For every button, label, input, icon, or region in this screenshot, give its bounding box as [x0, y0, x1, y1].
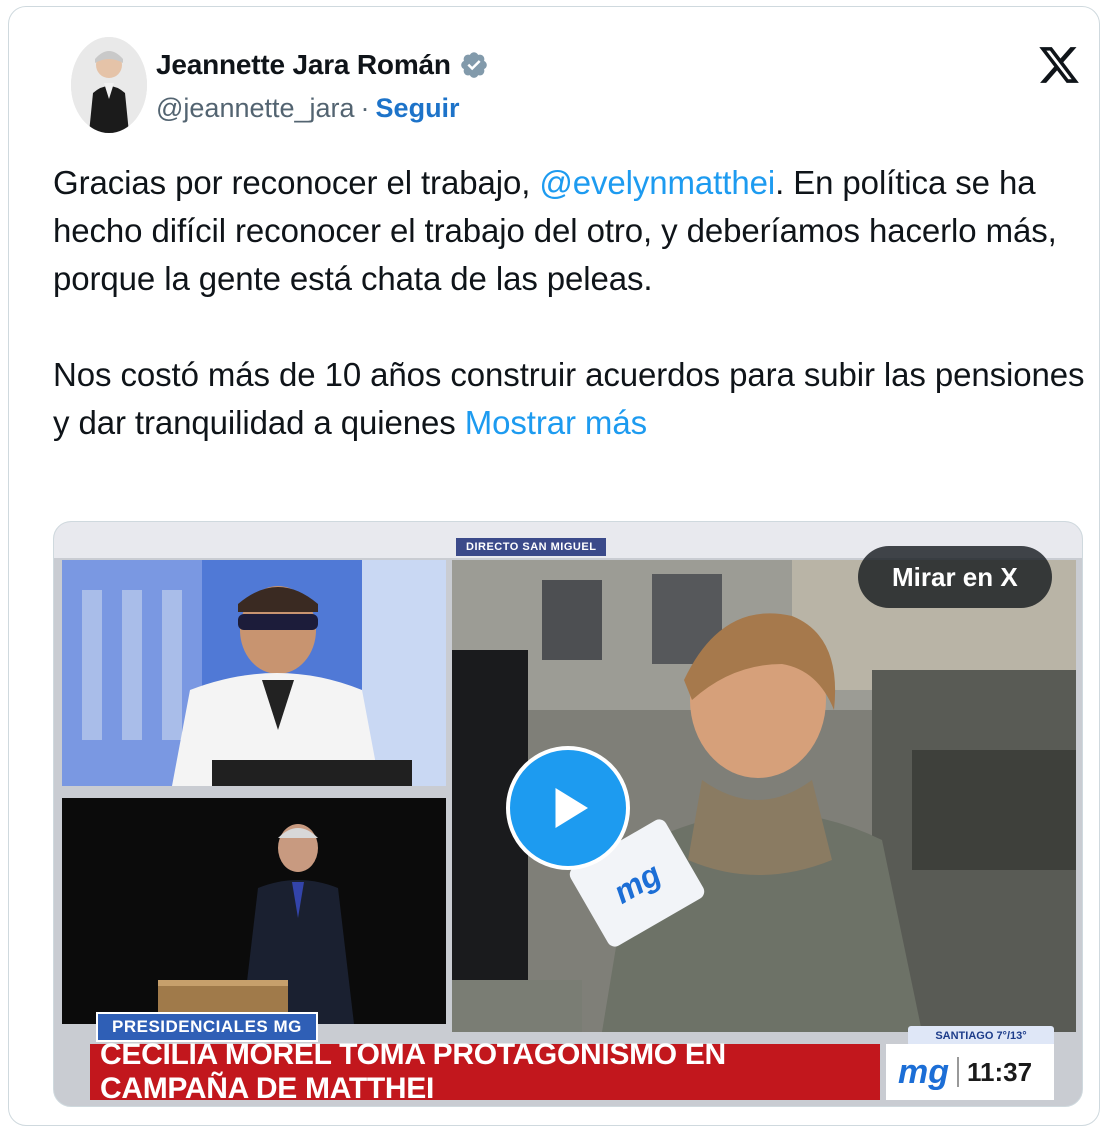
- video-player[interactable]: DIRECTO SAN MIGUEL mg Mirar en X PRESIDE…: [53, 521, 1083, 1107]
- channel-logo: mg: [898, 1052, 949, 1091]
- host-scene: [62, 560, 446, 786]
- verified-badge-icon: [460, 52, 487, 78]
- x-logo-icon[interactable]: [1037, 43, 1081, 87]
- follow-button[interactable]: Seguir: [376, 93, 460, 124]
- news-lower-third: PRESIDENCIALES MG SANTIAGO 7°/13° CECILI…: [54, 1012, 1082, 1106]
- video-tile-host: [62, 560, 446, 786]
- direct-location-tag: DIRECTO SAN MIGUEL: [456, 538, 607, 556]
- author-name[interactable]: Jeannette Jara Román: [156, 49, 451, 81]
- tweet-paragraph-2: Nos costó más de 10 años construir acuer…: [53, 351, 1093, 447]
- brand-separator: [957, 1057, 959, 1087]
- tweet-text: Gracias por reconocer el trabajo, @evely…: [53, 159, 1093, 447]
- tweet-header: Jeannette Jara Román @jeannette_jara · S…: [71, 37, 1101, 137]
- handle-separator: ·: [360, 93, 370, 123]
- avatar-photo: [71, 37, 147, 133]
- play-button[interactable]: [506, 746, 630, 870]
- avatar[interactable]: [71, 37, 147, 133]
- channel-brand: mg 11:37: [886, 1044, 1054, 1100]
- broadcast-time: 11:37: [967, 1056, 1033, 1087]
- tweet-text-part: Gracias por reconocer el trabajo,: [53, 164, 540, 201]
- speaker-scene: [62, 798, 446, 1024]
- watch-on-x-button[interactable]: Mirar en X: [858, 546, 1052, 608]
- play-icon: [555, 788, 588, 828]
- mention-link[interactable]: @evelynmatthei: [539, 164, 775, 201]
- show-more-link[interactable]: Mostrar más: [465, 404, 647, 441]
- weather-ticker: SANTIAGO 7°/13°: [908, 1026, 1054, 1046]
- author-handle[interactable]: @jeannette_jara: [156, 93, 355, 124]
- tweet-card: Jeannette Jara Román @jeannette_jara · S…: [8, 6, 1100, 1126]
- video-tile-speaker: [62, 798, 446, 1024]
- tweet-paragraph-1: Gracias por reconocer el trabajo, @evely…: [53, 159, 1093, 303]
- mic-logo: mg: [606, 854, 667, 911]
- news-headline: CECILIA MOREL TOMA PROTAGONISMO EN CAMPA…: [90, 1038, 880, 1105]
